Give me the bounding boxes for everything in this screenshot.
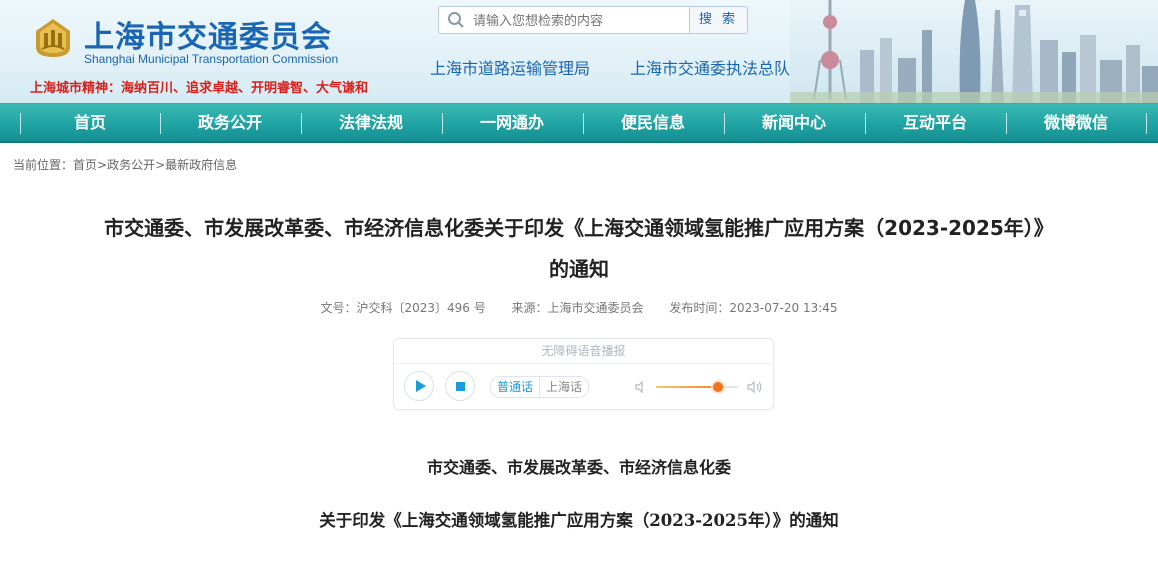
law-enforcement-team-link[interactable]: 上海市交通委执法总队 bbox=[630, 55, 790, 79]
nav-item-laws[interactable]: 法律法规 bbox=[301, 104, 441, 142]
voice-player-title: 无障碍语音播报 bbox=[394, 339, 773, 364]
article-title: 市交通委、市发展改革委、市经济信息化委关于印发《上海交通领域氢能推广应用方案（2… bbox=[40, 208, 1118, 290]
article-source: 来源：上海市交通委员会 bbox=[511, 301, 644, 315]
logo-title[interactable]: 上海市交通委员会 bbox=[84, 12, 332, 56]
article-title-line2: 的通知 bbox=[549, 257, 609, 281]
publish-time: 发布时间：2023-07-20 13:45 bbox=[669, 301, 838, 315]
logo-emblem-icon[interactable] bbox=[30, 17, 76, 59]
play-icon[interactable] bbox=[404, 371, 434, 401]
main-nav: 首页 政务公开 法律法规 一网通办 便民信息 新闻中心 互动平台 微博微信 bbox=[0, 103, 1158, 143]
document-issuers: 市交通委、市发展改革委、市经济信息化委 bbox=[426, 458, 731, 477]
shanghai-skyline-image bbox=[790, 0, 1158, 103]
city-spirit-slogan: 上海城市精神：海纳百川、追求卓越、开明睿智、大气谦和 bbox=[30, 81, 369, 96]
volume-slider[interactable] bbox=[656, 382, 738, 392]
voice-player: 无障碍语音播报 普通话 上海话 bbox=[393, 338, 774, 410]
nav-item-news[interactable]: 新闻中心 bbox=[724, 104, 864, 142]
breadcrumb-latest-info[interactable]: 最新政府信息 bbox=[165, 158, 237, 172]
breadcrumb-separator: > bbox=[155, 158, 166, 172]
nav-item-weibo-wechat[interactable]: 微博微信 bbox=[1006, 104, 1146, 142]
volume-level bbox=[656, 386, 718, 388]
search-box bbox=[438, 6, 690, 35]
article-title-line1: 市交通委、市发展改革委、市经济信息化委关于印发《上海交通领域氢能推广应用方案（2… bbox=[104, 216, 1054, 240]
logo-subtitle: Shanghai Municipal Transportation Commis… bbox=[84, 52, 339, 66]
volume-low-icon[interactable] bbox=[634, 380, 648, 394]
breadcrumb: 当前位置：首页>政务公开>最新政府信息 bbox=[13, 156, 237, 173]
language-switch: 普通话 上海话 bbox=[490, 376, 590, 398]
nav-item-government-affairs[interactable]: 政务公开 bbox=[160, 104, 300, 142]
breadcrumb-prefix: 当前位置： bbox=[13, 158, 74, 172]
language-shanghainese[interactable]: 上海话 bbox=[539, 377, 588, 397]
volume-handle[interactable] bbox=[712, 382, 723, 392]
nav-item-online-services[interactable]: 一网通办 bbox=[442, 104, 582, 142]
breadcrumb-separator: > bbox=[97, 158, 108, 172]
site-header: 上海市交通委员会 Shanghai Municipal Transportati… bbox=[0, 0, 1158, 103]
document-number: 文号：沪交科〔2023〕496 号 bbox=[320, 301, 486, 315]
search-icon bbox=[448, 12, 464, 28]
breadcrumb-government-affairs[interactable]: 政务公开 bbox=[107, 158, 155, 172]
nav-item-home[interactable]: 首页 bbox=[20, 104, 160, 142]
search-button[interactable]: 搜 索 bbox=[690, 6, 748, 34]
article-meta: 文号：沪交科〔2023〕496 号 来源：上海市交通委员会 发布时间：2023-… bbox=[0, 299, 1158, 316]
language-mandarin[interactable]: 普通话 bbox=[491, 377, 539, 397]
breadcrumb-home[interactable]: 首页 bbox=[73, 158, 97, 172]
nav-item-public-info[interactable]: 便民信息 bbox=[583, 104, 723, 142]
road-transport-bureau-link[interactable]: 上海市道路运输管理局 bbox=[430, 55, 590, 79]
search-input[interactable] bbox=[471, 7, 685, 35]
nav-divider bbox=[1146, 113, 1147, 134]
volume-high-icon[interactable] bbox=[746, 379, 764, 395]
stop-icon[interactable] bbox=[445, 371, 475, 401]
document-heading: 关于印发《上海交通领域氢能推广应用方案（2023-2025年）》的通知 bbox=[319, 511, 839, 530]
nav-item-interaction[interactable]: 互动平台 bbox=[865, 104, 1005, 142]
